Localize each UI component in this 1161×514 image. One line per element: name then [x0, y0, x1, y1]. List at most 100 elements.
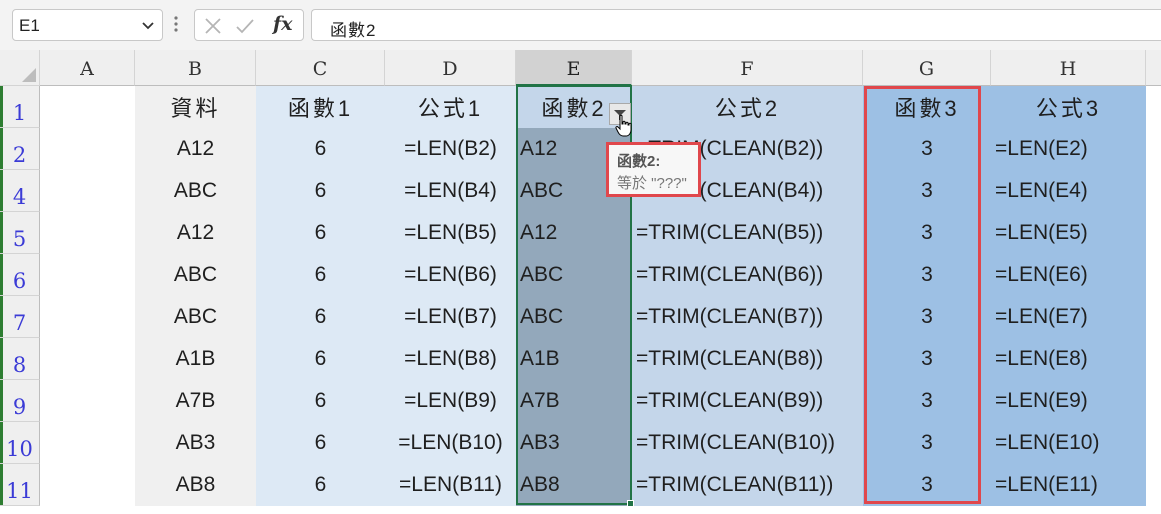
row-header-7[interactable]: 7 — [0, 296, 40, 338]
cell-e-6[interactable]: ABC — [516, 254, 632, 296]
column-header-d[interactable]: D — [385, 50, 516, 86]
cell-h-2[interactable]: =LEN(E2) — [991, 128, 1146, 170]
cell-g-4[interactable]: 3 — [863, 170, 991, 212]
header-cell-h[interactable]: 公式3 — [991, 86, 1146, 128]
cell-h-9[interactable]: =LEN(E9) — [991, 380, 1146, 422]
cell-b-4[interactable]: ABC — [135, 170, 256, 212]
cell-c-2[interactable]: 6 — [256, 128, 385, 170]
column-header-h[interactable]: H — [991, 50, 1146, 86]
cell-c-6[interactable]: 6 — [256, 254, 385, 296]
cell-g-2[interactable]: 3 — [863, 128, 991, 170]
cell-e-7[interactable]: ABC — [516, 296, 632, 338]
column-header-a[interactable]: A — [40, 50, 135, 86]
name-box[interactable]: E1 — [12, 9, 163, 41]
header-cell-f[interactable]: 公式2 — [632, 86, 863, 128]
row-header-2[interactable]: 2 — [0, 128, 40, 170]
row-header-4[interactable]: 4 — [0, 170, 40, 212]
row-header-5[interactable]: 5 — [0, 212, 40, 254]
cell-d-2[interactable]: =LEN(B2) — [385, 128, 516, 170]
row-header-9[interactable]: 9 — [0, 380, 40, 422]
cell-c-7[interactable]: 6 — [256, 296, 385, 338]
cell-d-4[interactable]: =LEN(B4) — [385, 170, 516, 212]
cell-d-11[interactable]: =LEN(B11) — [385, 464, 516, 506]
header-cell-d[interactable]: 公式1 — [385, 86, 516, 128]
formula-buttons: fx — [194, 9, 304, 41]
cell-d-5[interactable]: =LEN(B5) — [385, 212, 516, 254]
cell-b-10[interactable]: AB3 — [135, 422, 256, 464]
column-header-e[interactable]: E — [516, 50, 632, 86]
filter-tooltip-condition: 等於 "???" — [617, 175, 687, 192]
column-header-f[interactable]: F — [632, 50, 863, 86]
filter-tooltip-title: 函數2: — [617, 153, 661, 170]
formula-input[interactable]: 函數2 — [311, 9, 1161, 41]
header-cell-g[interactable]: 函數3 — [863, 86, 991, 128]
cell-c-4[interactable]: 6 — [256, 170, 385, 212]
cell-c-8[interactable]: 6 — [256, 338, 385, 380]
cell-e-11[interactable]: AB8 — [516, 464, 632, 506]
cell-g-5[interactable]: 3 — [863, 212, 991, 254]
cell-b-6[interactable]: ABC — [135, 254, 256, 296]
cell-h-4[interactable]: =LEN(E4) — [991, 170, 1146, 212]
cell-g-10[interactable]: 3 — [863, 422, 991, 464]
cell-d-8[interactable]: =LEN(B8) — [385, 338, 516, 380]
cell-f-6[interactable]: =TRIM(CLEAN(B6)) — [632, 254, 863, 296]
column-header-b[interactable]: B — [135, 50, 256, 86]
cell-g-6[interactable]: 3 — [863, 254, 991, 296]
name-box-value: E1 — [19, 16, 40, 35]
more-dots-icon[interactable] — [173, 15, 179, 33]
row-header-11[interactable]: 11 — [0, 464, 40, 506]
cell-h-8[interactable]: =LEN(E8) — [991, 338, 1146, 380]
cell-g-9[interactable]: 3 — [863, 380, 991, 422]
cancel-x-icon[interactable] — [203, 16, 223, 36]
cell-c-9[interactable]: 6 — [256, 380, 385, 422]
column-header-c[interactable]: C — [256, 50, 385, 86]
cell-d-6[interactable]: =LEN(B6) — [385, 254, 516, 296]
fill-handle[interactable] — [627, 500, 634, 507]
cell-d-9[interactable]: =LEN(B9) — [385, 380, 516, 422]
row-header-8[interactable]: 8 — [0, 338, 40, 380]
column-header-filler — [1146, 50, 1161, 86]
cell-f-10[interactable]: =TRIM(CLEAN(B10)) — [632, 422, 863, 464]
cell-h-6[interactable]: =LEN(E6) — [991, 254, 1146, 296]
cell-b-5[interactable]: A12 — [135, 212, 256, 254]
cell-f-9[interactable]: =TRIM(CLEAN(B9)) — [632, 380, 863, 422]
cell-c-10[interactable]: 6 — [256, 422, 385, 464]
enter-check-icon[interactable] — [235, 16, 255, 36]
formula-bar: E1 fx 函數2 — [0, 0, 1161, 50]
cell-f-11[interactable]: =TRIM(CLEAN(B11)) — [632, 464, 863, 506]
cell-g-7[interactable]: 3 — [863, 296, 991, 338]
select-all-corner[interactable] — [0, 50, 40, 86]
cell-b-11[interactable]: AB8 — [135, 464, 256, 506]
cell-h-11[interactable]: =LEN(E11) — [991, 464, 1146, 506]
cell-c-11[interactable]: 6 — [256, 464, 385, 506]
cell-e-9[interactable]: A7B — [516, 380, 632, 422]
cell-b-8[interactable]: A1B — [135, 338, 256, 380]
cell-f-7[interactable]: =TRIM(CLEAN(B7)) — [632, 296, 863, 338]
row-header-1[interactable]: 1 — [0, 86, 40, 128]
cell-c-5[interactable]: 6 — [256, 212, 385, 254]
cell-d-7[interactable]: =LEN(B7) — [385, 296, 516, 338]
column-header-g[interactable]: G — [863, 50, 991, 86]
cell-h-10[interactable]: =LEN(E10) — [991, 422, 1146, 464]
cell-b-2[interactable]: A12 — [135, 128, 256, 170]
cell-b-9[interactable]: A7B — [135, 380, 256, 422]
cell-b-7[interactable]: ABC — [135, 296, 256, 338]
cell-f-5[interactable]: =TRIM(CLEAN(B5)) — [632, 212, 863, 254]
cell-e-10[interactable]: AB3 — [516, 422, 632, 464]
cell-h-7[interactable]: =LEN(E7) — [991, 296, 1146, 338]
row-header-6[interactable]: 6 — [0, 254, 40, 296]
hand-cursor-icon — [615, 114, 632, 137]
cell-h-5[interactable]: =LEN(E5) — [991, 212, 1146, 254]
cell-e-5[interactable]: A12 — [516, 212, 632, 254]
row-header-10[interactable]: 10 — [0, 422, 40, 464]
function-fx-icon[interactable]: fx — [273, 13, 293, 35]
header-cell-c[interactable]: 函數1 — [256, 86, 385, 128]
cell-d-10[interactable]: =LEN(B10) — [385, 422, 516, 464]
cell-g-11[interactable]: 3 — [863, 464, 991, 506]
cell-g-8[interactable]: 3 — [863, 338, 991, 380]
chevron-down-icon[interactable] — [140, 17, 156, 33]
cell-e-8[interactable]: A1B — [516, 338, 632, 380]
header-cell-b[interactable]: 資料 — [135, 86, 256, 128]
cell-f-8[interactable]: =TRIM(CLEAN(B8)) — [632, 338, 863, 380]
formula-value: 函數2 — [330, 21, 377, 40]
